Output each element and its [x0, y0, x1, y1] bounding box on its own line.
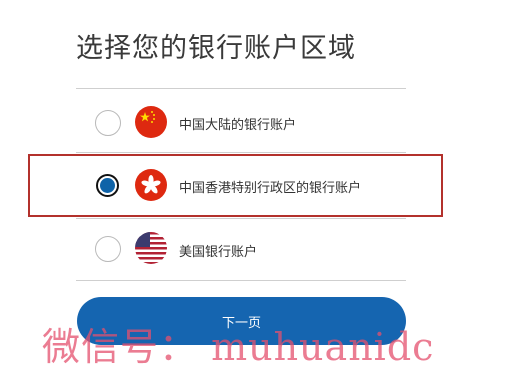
divider — [76, 280, 406, 281]
usa-flag-icon — [135, 232, 167, 264]
watermark-text: 微信号： muhuanidc — [42, 325, 435, 369]
divider — [76, 152, 406, 153]
divider — [76, 88, 406, 89]
option-mainland-china[interactable]: 中国大陆的银行账户 — [30, 92, 440, 152]
radio-unselected[interactable] — [95, 110, 121, 136]
option-label: 中国大陆的银行账户 — [179, 118, 297, 133]
china-flag-icon — [135, 106, 167, 138]
radio-unselected[interactable] — [95, 236, 121, 262]
option-usa[interactable]: 美国银行账户 — [30, 219, 440, 279]
page-title: 选择您的银行账户区域 — [76, 33, 356, 64]
selection-highlight-box — [28, 154, 443, 217]
option-label: 美国银行账户 — [179, 245, 258, 260]
